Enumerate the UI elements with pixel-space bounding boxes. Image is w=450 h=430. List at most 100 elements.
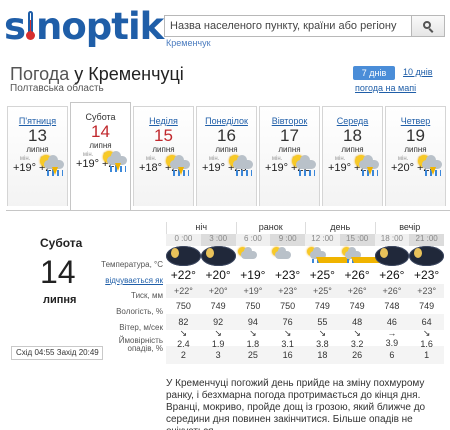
wind-cell: ↘3.1 xyxy=(270,328,305,349)
hour-header: 0 :00 3 :00 6 :00 9 :00 12 :00 15 :00 18 :00 21… xyxy=(166,234,444,246)
feels-like-cell: +19° xyxy=(243,286,263,296)
lightning-part xyxy=(51,167,58,175)
day-tab[interactable]: Четвер19липнямін.макс.+20°+25° xyxy=(385,106,446,206)
feels-like-row: +22° +20° +19° +23° +25° +26° +26° +23° xyxy=(166,284,444,298)
pressure-cell: 749 xyxy=(419,301,435,311)
cloud-part xyxy=(295,155,316,169)
search-button[interactable] xyxy=(412,15,445,37)
wind-cell: ↘1.6 xyxy=(409,328,444,349)
temperature-cell: +20° xyxy=(205,268,231,282)
breadcrumb[interactable]: Кременчук xyxy=(166,38,211,48)
thermometer-logo-icon xyxy=(26,11,36,41)
min-temp: +19° xyxy=(12,162,36,174)
label-wind: Вітер, м/сек xyxy=(119,323,163,332)
wind-speed: 3.8 xyxy=(316,338,329,349)
pressure-cell: 749 xyxy=(349,301,365,311)
min-temp: +19° xyxy=(75,158,99,170)
temperature-cell: +23° xyxy=(275,268,301,282)
cloud-part xyxy=(240,247,257,259)
temperature-row: +22° +20° +19° +23° +25° +26° +26° +23° xyxy=(166,266,444,284)
wind-speed: 2.4 xyxy=(177,338,190,349)
pressure-cell: 749 xyxy=(314,301,330,311)
icon-cell xyxy=(374,246,410,266)
day-tab-name[interactable]: Середа xyxy=(323,116,382,126)
detail-day-month: липня xyxy=(43,294,77,306)
day-tab-number: 13 xyxy=(28,126,47,145)
min-temp: +19° xyxy=(201,162,225,174)
detail-day-name: Субота xyxy=(40,236,83,250)
lightning-part xyxy=(366,167,373,175)
feels-like-cell: +26° xyxy=(347,286,367,296)
sun-cloud-icon xyxy=(270,246,305,266)
wind-cell: ↘3.2 xyxy=(340,328,375,349)
wind-cell: ↘1.8 xyxy=(236,328,271,349)
wind-direction-icon: ↘ xyxy=(249,327,257,338)
day-tab[interactable]: Понеділок16липнямін.макс.+19°+23° xyxy=(196,106,257,206)
icon-cell xyxy=(340,246,386,266)
day-tab-month: липня xyxy=(26,145,49,154)
period-label: вечір xyxy=(374,222,445,234)
day-tab-name[interactable]: П'ятниця xyxy=(8,116,67,126)
humidity-cell: 76 xyxy=(282,317,293,327)
period-7-days-button[interactable]: 7 днів xyxy=(353,66,395,80)
sunrise-sunset-box: Схід 04:55 Захід 20:49 xyxy=(11,346,103,360)
wind-direction-icon: ↘ xyxy=(353,327,361,338)
title-city: у Кременчуці xyxy=(74,64,184,84)
sunrise-time: 04:55 xyxy=(34,348,55,357)
detail-day-number: 14 xyxy=(40,254,76,290)
humidity-cell: 46 xyxy=(386,317,397,327)
period-10-days-link[interactable]: 10 днів xyxy=(403,67,433,77)
day-tab-name[interactable]: Неділя xyxy=(134,116,193,126)
search-icon xyxy=(422,20,434,33)
search-input[interactable] xyxy=(165,16,411,36)
label-humidity: Вологість, % xyxy=(116,307,163,316)
precipitation-cell: 18 xyxy=(317,350,328,360)
title-prefix: Погода xyxy=(10,64,70,84)
sun-cloud-rain-storm-icon xyxy=(340,246,386,266)
wind-cell: ↘3.8 xyxy=(305,328,340,349)
sunrise-label: Схід xyxy=(16,348,33,357)
day-tab[interactable]: Вівторок17липнямін.макс.+19°+22° xyxy=(259,106,320,206)
day-tab-number: 18 xyxy=(343,126,362,145)
pressure-cell: 750 xyxy=(245,301,261,311)
wind-speed: 3.2 xyxy=(350,338,364,349)
sun-cloud-icon xyxy=(236,246,271,266)
rain-part xyxy=(298,170,315,176)
moon-icon xyxy=(409,246,444,266)
label-feels-like[interactable]: відчувається як xyxy=(96,274,166,288)
day-tab[interactable]: Неділя15липнямін.макс.+18°+26° xyxy=(133,106,194,206)
day-tab-name[interactable]: Вівторок xyxy=(260,116,319,126)
logo-text-s: s xyxy=(4,4,26,48)
rain-part xyxy=(235,170,252,176)
wind-cell: →3.9 xyxy=(375,328,410,348)
day-tab-number: 19 xyxy=(406,126,425,145)
precipitation-cell: 1 xyxy=(424,350,430,360)
label-pressure: Тиск, мм xyxy=(131,291,163,300)
pressure-cell: 748 xyxy=(384,301,400,311)
day-tab-name[interactable]: Четвер xyxy=(386,116,445,126)
day-tab[interactable]: Середа18липнямін.макс.+19°+24° xyxy=(322,106,383,206)
sunset-label: Захід xyxy=(56,348,77,357)
sun-cloud-rain-storm-icon xyxy=(305,246,351,266)
icon-cell xyxy=(270,246,305,266)
day-tab-month: липня xyxy=(89,141,112,150)
pressure-cell: 749 xyxy=(210,301,226,311)
wind-direction-icon: ↘ xyxy=(214,327,222,338)
day-tab-name[interactable]: Понеділок xyxy=(197,116,256,126)
site-logo[interactable]: s noptik xyxy=(4,4,164,48)
wind-speed: 3.9 xyxy=(385,338,399,348)
humidity-cell: 82 xyxy=(178,317,189,327)
feels-like-cell: +20° xyxy=(208,286,228,296)
day-tab[interactable]: Субота14липнямін.макс.+19°+26° xyxy=(70,102,131,210)
min-temp: +18° xyxy=(138,162,162,174)
hour-label: 3 :00 xyxy=(200,234,236,246)
feels-like-cell: +22° xyxy=(173,286,193,296)
temperature-cell: +23° xyxy=(414,268,440,282)
temperature-cell: +19° xyxy=(240,268,266,282)
weather-map-link[interactable]: погода на мапі xyxy=(355,83,416,93)
day-tab-number: 15 xyxy=(154,126,173,145)
search-field[interactable] xyxy=(164,15,412,37)
day-tab[interactable]: П'ятниця13липнямін.макс.+19°+29° xyxy=(7,106,68,206)
moon-icon xyxy=(166,246,201,266)
min-temp: +20° xyxy=(390,162,414,174)
